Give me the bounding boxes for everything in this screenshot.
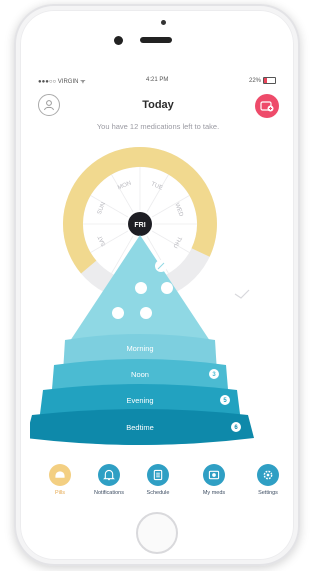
day-label-mon[interactable]: MON (117, 181, 132, 192)
list-icon (147, 464, 169, 486)
day-label-sun[interactable]: SUN (97, 202, 107, 216)
tab-pills[interactable]: Pills (38, 464, 82, 496)
period-label: Morning (126, 344, 153, 353)
tab-my-meds[interactable]: My meds (192, 464, 236, 496)
pill-dot[interactable] (140, 307, 152, 319)
pill-dial: MON TUEWEDTHUSATSUN FRI MorningNoon 3Eveni… (30, 146, 254, 445)
pill-pyramid: MorningNoon 3Evening 5Bedtime 6 (30, 235, 254, 445)
day-label-wed[interactable]: WED (173, 202, 184, 218)
bell-icon (98, 464, 120, 486)
tab-schedule[interactable]: Schedule (136, 464, 180, 496)
pill-dot[interactable] (161, 282, 173, 294)
period-label: Noon (131, 370, 149, 379)
tab-label: Settings (258, 490, 278, 496)
tab-label: Pills (54, 490, 66, 496)
gear-icon (257, 464, 279, 486)
app-screen: ●●●○○ VIRGIN ᯤ 4:21 PM 22% Today You hav… (30, 72, 286, 506)
tab-label: My meds (202, 490, 226, 496)
period-label: Bedtime (126, 423, 154, 432)
ring-divider (146, 174, 169, 213)
tab-bar: Pills Notifications Schedule My meds Setting… (30, 464, 286, 506)
pill-dot[interactable] (135, 282, 147, 294)
proximity-sensor (161, 20, 166, 25)
tab-label: Schedule (146, 490, 170, 496)
day-label-tue[interactable]: TUE (150, 181, 163, 191)
camera-icon (203, 464, 225, 486)
front-camera (114, 36, 123, 45)
period-band-bedtime[interactable]: Bedtime 6 (30, 409, 254, 445)
pill-icon (49, 464, 71, 486)
tab-notifications[interactable]: Notifications (87, 464, 131, 496)
tab-settings[interactable]: Settings (246, 464, 286, 496)
ring-divider (90, 230, 129, 253)
home-button[interactable] (136, 512, 178, 554)
pill-dot[interactable] (112, 307, 124, 319)
day-label-sat[interactable]: SAT (97, 234, 107, 247)
pill-dot[interactable] (155, 260, 167, 272)
period-label: Evening (126, 396, 153, 405)
check-icon (234, 289, 250, 299)
earpiece-speaker (140, 37, 172, 43)
ring-divider (151, 230, 190, 253)
tab-label: Notifications (94, 490, 124, 496)
selected-day-label: FRI (134, 222, 145, 229)
day-label-thu[interactable]: THU (171, 235, 182, 249)
